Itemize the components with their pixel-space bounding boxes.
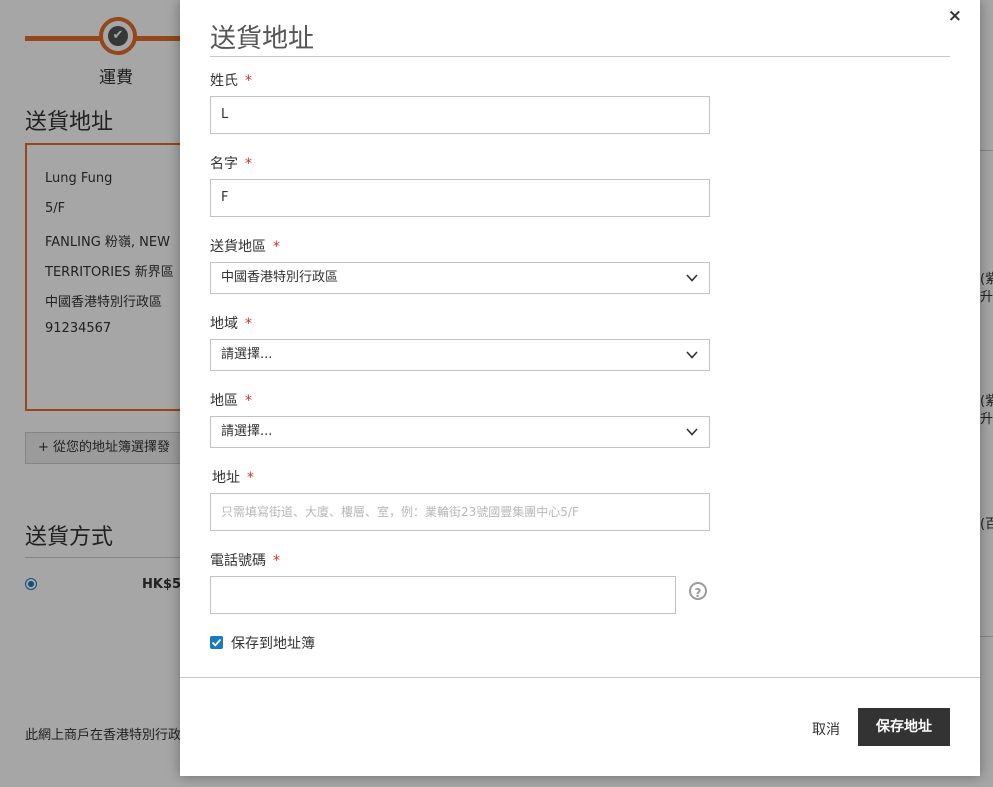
district-select[interactable]: 請選擇... [210,416,710,448]
modal-title: 送貨地址 [210,24,315,54]
last-name-input[interactable]: L [210,96,710,134]
required-mark: * [245,156,252,172]
cancel-button[interactable]: 取消 [812,719,840,739]
phone-input[interactable] [210,576,676,614]
address-label: 地址 * [212,467,254,487]
required-mark: * [273,239,280,255]
label-text: 送貨地區 [210,239,266,255]
phone-label: 電話號碼 * [210,550,280,570]
street-address-input[interactable]: 只需填寫街道、大廈、樓層、室，例：業輪街23號國豐集團中心5/F [210,493,710,531]
required-mark: * [247,470,254,486]
chevron-down-icon [686,428,698,436]
shipping-address-modal: × 送貨地址 姓氏 * L 名字 * F 送貨地區 * 中國香港特別行政區 地域 * 請… [180,0,980,776]
chevron-down-icon [686,274,698,282]
checkmark-icon [211,638,222,647]
country-label: 送貨地區 * [210,236,280,256]
first-name-label: 名字 * [210,153,252,173]
help-icon[interactable]: ? [689,582,707,600]
label-text: 地域 [210,316,238,332]
label-text: 地址 [212,470,240,486]
required-mark: * [245,73,252,89]
save-address-button[interactable]: 保存地址 [858,708,950,746]
district-label: 地區 * [210,390,252,410]
country-select-value: 中國香港特別行政區 [221,270,339,285]
required-mark: * [273,553,280,569]
label-text: 地區 [210,393,238,409]
region-select-value: 請選擇... [221,347,273,362]
required-mark: * [245,393,252,409]
save-to-address-book-label[interactable]: 保存到地址簿 [231,633,315,653]
label-text: 姓氏 [210,73,238,89]
label-text: 名字 [210,156,238,172]
required-mark: * [245,316,252,332]
district-select-value: 請選擇... [221,424,273,439]
chevron-down-icon [686,351,698,359]
divider [180,677,980,678]
region-select[interactable]: 請選擇... [210,339,710,371]
last-name-label: 姓氏 * [210,70,252,90]
divider [210,56,950,57]
save-to-address-book-checkbox[interactable] [210,636,223,649]
country-select[interactable]: 中國香港特別行政區 [210,262,710,294]
label-text: 電話號碼 [210,553,266,569]
close-icon[interactable]: × [948,6,962,26]
first-name-input[interactable]: F [210,179,710,217]
region-label: 地域 * [210,313,252,333]
